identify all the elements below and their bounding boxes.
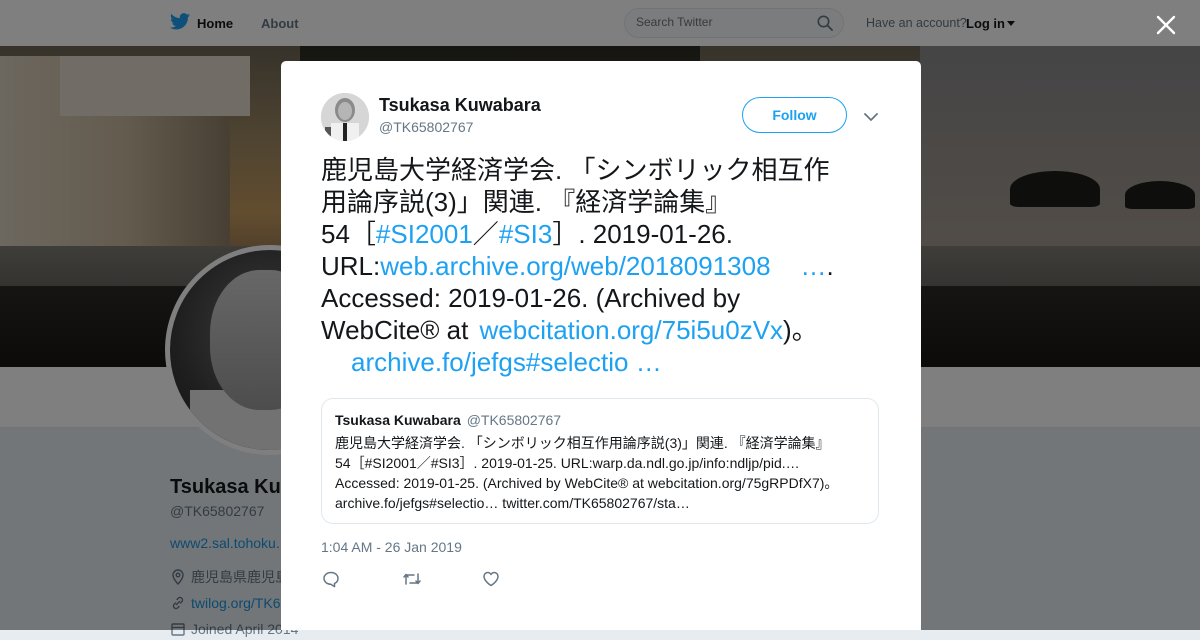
webcite-url-link[interactable]: webcitation.org/75i5u0zVx: [480, 315, 784, 345]
tweet-modal: Tsukasa Kuwabara @TK65802767 Follow 鹿児島大…: [281, 61, 921, 630]
tweet-author-handle[interactable]: @TK65802767: [379, 119, 473, 135]
quoted-text-line: 54［#SI2001／#SI3］. 2019-01-25. URL:warp.d…: [335, 455, 800, 471]
tweet-text-segment: ］. 2019-01-26.: [552, 219, 733, 249]
tweet-text-line: WebCite® at webcitation.org/75i5u0zVx)。: [321, 314, 881, 346]
archive-url-link[interactable]: web.archive.org/web/2018091308: [380, 251, 770, 281]
tweet-text-line: URL:web.archive.org/web/2018091308 ….: [321, 250, 881, 282]
tweet-text-line: 用論序説(3)」関連. 『経済学論集』: [321, 187, 732, 217]
archive-fo-link[interactable]: archive.fo/jefgs#selectio …: [351, 347, 662, 377]
tweet-text-line: archive.fo/jefgs#selectio …: [321, 346, 881, 378]
tweet-text-line: Accessed: 2019-01-26. (Archived by: [321, 283, 741, 313]
retweet-icon[interactable]: [402, 570, 424, 592]
tweet-author-avatar[interactable]: [321, 93, 369, 141]
tweet-author-name[interactable]: Tsukasa Kuwabara: [379, 95, 541, 116]
tweet-text-line: 鹿児島大学経済学会. 「シンボリック相互作: [321, 155, 830, 185]
quoted-tweet-header: Tsukasa Kuwabara @TK65802767: [335, 412, 561, 428]
quoted-text-line: Accessed: 2019-01-25. (Archived by WebCi…: [335, 475, 839, 491]
tweet-timestamp[interactable]: 1:04 AM - 26 Jan 2019: [321, 539, 462, 555]
hashtag-link[interactable]: #SI3: [499, 219, 553, 249]
quoted-author-name: Tsukasa Kuwabara: [335, 412, 461, 428]
tweet-text: 鹿児島大学経済学会. 「シンボリック相互作 用論序説(3)」関連. 『経済学論集…: [321, 154, 881, 378]
quoted-author-handle: @TK65802767: [466, 412, 562, 428]
hashtag-link[interactable]: #SI2001: [376, 219, 473, 249]
follow-button[interactable]: Follow: [742, 97, 847, 133]
tweet-text-segment: )。: [783, 315, 818, 345]
quoted-tweet[interactable]: Tsukasa Kuwabara @TK65802767 鹿児島大学経済学会. …: [321, 398, 879, 524]
chevron-down-icon[interactable]: [864, 109, 878, 127]
tweet-text-segment: ／: [472, 219, 499, 249]
tweet-text-segment: URL:: [321, 251, 381, 281]
link-ellipsis[interactable]: …: [801, 251, 827, 281]
quoted-text-line: archive.fo/jefgs#selectio… twitter.com/T…: [335, 495, 690, 511]
quoted-text-line: 鹿児島大学経済学会. 「シンボリック相互作用論序説(3)」関連. 『経済学論集』: [335, 435, 830, 451]
reply-icon[interactable]: [322, 570, 344, 592]
tweet-text-segment: .: [826, 251, 834, 281]
tweet-text-segment: 54［: [321, 219, 376, 249]
quoted-tweet-text: 鹿児島大学経済学会. 「シンボリック相互作用論序説(3)」関連. 『経済学論集』…: [335, 433, 865, 513]
like-icon[interactable]: [482, 570, 504, 592]
tweet-text-line: 54［#SI2001／#SI3］. 2019-01-26.: [321, 218, 881, 250]
close-icon[interactable]: [1154, 13, 1178, 37]
tweet-text-segment: WebCite® at: [321, 315, 476, 345]
